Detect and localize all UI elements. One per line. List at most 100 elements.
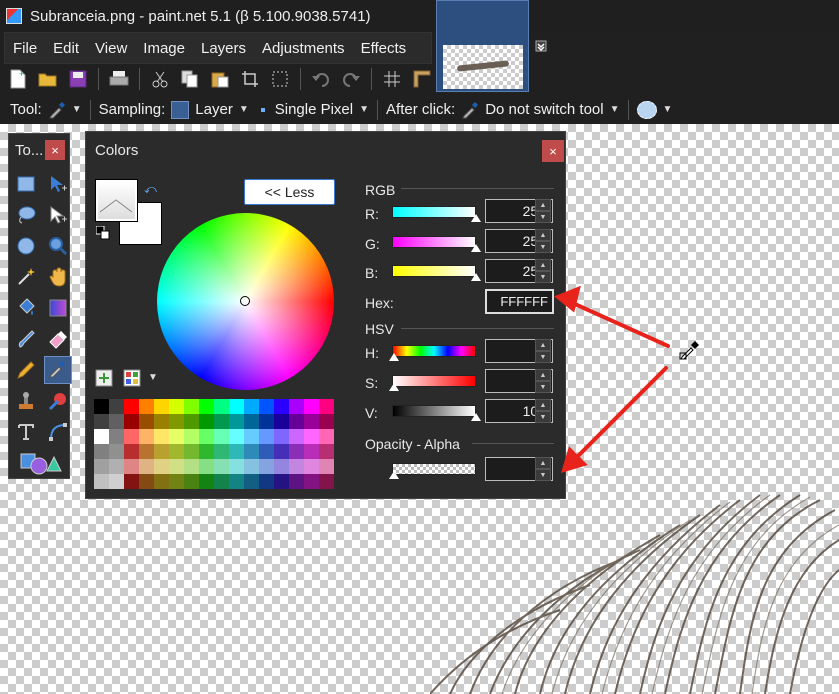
palette-swatch[interactable]: [109, 429, 124, 444]
palette-swatch[interactable]: [124, 429, 139, 444]
text-tool-icon[interactable]: [12, 418, 40, 446]
palette-swatch[interactable]: [94, 474, 109, 489]
palette-swatch[interactable]: [124, 474, 139, 489]
palette-swatch[interactable]: [109, 414, 124, 429]
palette-swatch[interactable]: [199, 444, 214, 459]
alpha-slider[interactable]: [392, 463, 476, 475]
print-icon[interactable]: [107, 67, 131, 91]
palette-swatch[interactable]: [304, 429, 319, 444]
spin-up-icon[interactable]: ▲: [535, 259, 551, 271]
cut-icon[interactable]: [148, 67, 172, 91]
sampling-value[interactable]: Layer: [195, 101, 233, 118]
s-slider-thumb[interactable]: [389, 383, 399, 391]
palette-swatch[interactable]: [214, 429, 229, 444]
b-slider[interactable]: [392, 265, 476, 277]
palette-swatch[interactable]: [304, 459, 319, 474]
palette-swatch[interactable]: [199, 474, 214, 489]
antialias-dropdown-icon[interactable]: ▼: [663, 104, 673, 115]
palette-swatch[interactable]: [274, 459, 289, 474]
alpha-spinner[interactable]: ▲ ▼: [535, 457, 551, 481]
open-icon[interactable]: [36, 67, 60, 91]
magic-wand-tool-icon[interactable]: [12, 263, 40, 291]
spin-down-icon[interactable]: ▼: [535, 381, 551, 393]
palette-swatch[interactable]: [274, 414, 289, 429]
tool-dropdown-icon[interactable]: ▼: [72, 104, 82, 115]
antialias-icon[interactable]: [636, 100, 657, 119]
palette-swatch[interactable]: [184, 459, 199, 474]
palette-swatch[interactable]: [244, 429, 259, 444]
hex-field[interactable]: FFFFFF: [485, 289, 554, 314]
swap-colors-icon[interactable]: ⤺: [144, 182, 157, 197]
palette-swatch[interactable]: [139, 414, 154, 429]
sampling-dropdown-icon[interactable]: ▼: [239, 104, 249, 115]
palette-swatch[interactable]: [139, 459, 154, 474]
palette-swatch[interactable]: [184, 474, 199, 489]
palette-swatch[interactable]: [289, 459, 304, 474]
palette-swatch[interactable]: [154, 444, 169, 459]
palette-swatch[interactable]: [244, 444, 259, 459]
palette-dropdown-icon[interactable]: ▼: [148, 372, 158, 383]
alpha-slider-thumb[interactable]: [389, 471, 399, 479]
v-spinner[interactable]: ▲ ▼: [535, 399, 551, 423]
menu-adjustments[interactable]: Adjustments: [254, 40, 353, 57]
menu-file[interactable]: File: [5, 40, 45, 57]
palette-swatch[interactable]: [169, 444, 184, 459]
palette-swatch[interactable]: [199, 459, 214, 474]
palette-swatch[interactable]: [124, 399, 139, 414]
palette-swatch[interactable]: [289, 444, 304, 459]
ellipse-select-tool-icon[interactable]: [12, 232, 40, 260]
palette-swatch[interactable]: [304, 414, 319, 429]
palette-swatch[interactable]: [154, 429, 169, 444]
paint-bucket-tool-icon[interactable]: [12, 294, 40, 322]
g-slider[interactable]: [392, 236, 476, 248]
palette-swatch[interactable]: [154, 399, 169, 414]
save-icon[interactable]: [66, 67, 90, 91]
new-icon[interactable]: +: [6, 67, 30, 91]
after-click-value[interactable]: Do not switch tool: [485, 101, 603, 118]
palette-swatch[interactable]: [304, 444, 319, 459]
palette-swatch[interactable]: [154, 414, 169, 429]
palette-swatch[interactable]: [109, 444, 124, 459]
lasso-select-tool-icon[interactable]: [12, 201, 40, 229]
palette-swatch[interactable]: [289, 474, 304, 489]
palette-swatch[interactable]: [259, 429, 274, 444]
palette-swatch[interactable]: [94, 429, 109, 444]
color-picker-tool-icon[interactable]: [44, 356, 72, 384]
palette-swatch[interactable]: [289, 399, 304, 414]
palette-swatch[interactable]: [214, 399, 229, 414]
s-slider[interactable]: [392, 375, 476, 387]
palette-swatch[interactable]: [109, 399, 124, 414]
s-spinner[interactable]: ▲ ▼: [535, 369, 551, 393]
clone-stamp-tool-icon[interactable]: [12, 387, 40, 415]
palette-swatch[interactable]: [214, 459, 229, 474]
palette-swatch[interactable]: [139, 429, 154, 444]
rectangle-select-tool-icon[interactable]: [12, 170, 40, 198]
spin-up-icon[interactable]: ▲: [535, 199, 551, 211]
pencil-tool-icon[interactable]: [12, 356, 40, 384]
b-spinner[interactable]: ▲ ▼: [535, 259, 551, 283]
palette-swatch[interactable]: [214, 444, 229, 459]
spin-up-icon[interactable]: ▲: [535, 399, 551, 411]
paste-icon[interactable]: [208, 67, 232, 91]
color-wheel-marker[interactable]: [240, 296, 250, 306]
palette-swatch[interactable]: [229, 429, 244, 444]
menu-effects[interactable]: Effects: [353, 40, 415, 57]
palette-swatch[interactable]: [274, 399, 289, 414]
undo-icon[interactable]: [309, 67, 333, 91]
palette-swatch[interactable]: [289, 429, 304, 444]
menu-image[interactable]: Image: [135, 40, 193, 57]
palette-swatch[interactable]: [139, 444, 154, 459]
palette-swatch[interactable]: [169, 429, 184, 444]
colors-close-button[interactable]: ×: [542, 140, 564, 162]
palette-swatch[interactable]: [229, 474, 244, 489]
palette-swatch[interactable]: [94, 444, 109, 459]
spin-down-icon[interactable]: ▼: [535, 351, 551, 363]
redo-icon[interactable]: [339, 67, 363, 91]
palette-swatch[interactable]: [184, 399, 199, 414]
r-spinner[interactable]: ▲ ▼: [535, 199, 551, 223]
spin-down-icon[interactable]: ▼: [535, 411, 551, 423]
line-curve-tool-icon[interactable]: [44, 418, 72, 446]
h-slider[interactable]: [392, 345, 476, 357]
r-slider[interactable]: [392, 206, 476, 218]
palette-swatch[interactable]: [109, 474, 124, 489]
